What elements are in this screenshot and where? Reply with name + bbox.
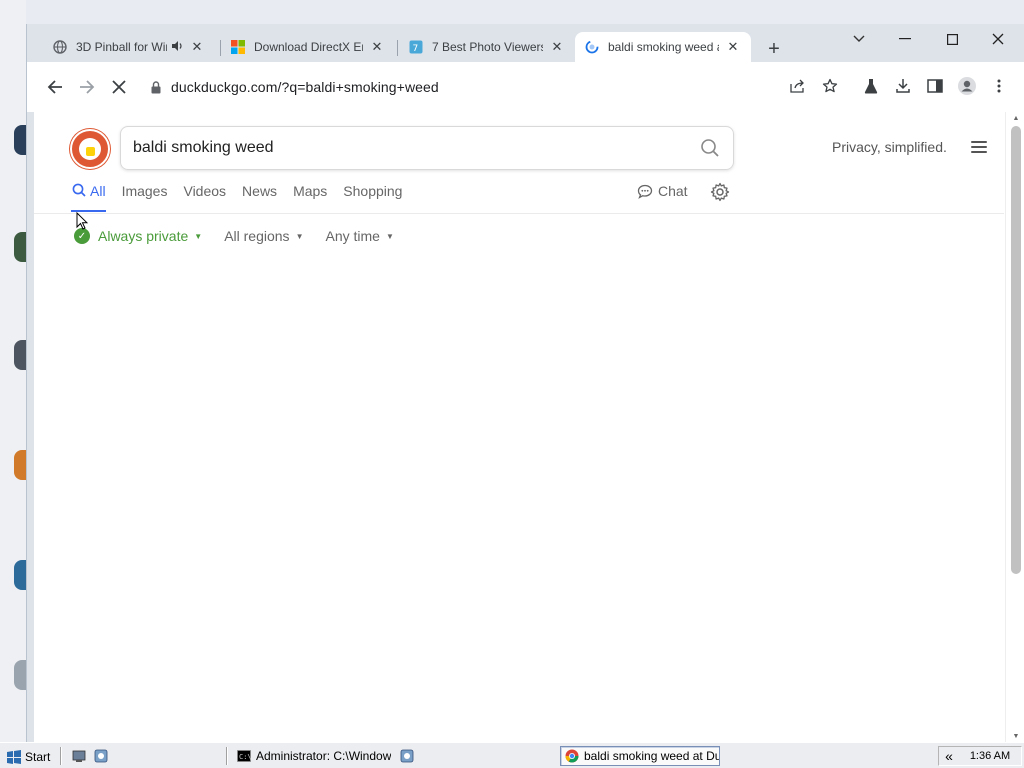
svg-text:C:\: C:\ [239,753,251,761]
browser-toolbar: duckduckgo.com/?q=baldi+smoking+weed [27,62,1024,112]
bookmark-star-icon[interactable] [819,75,841,97]
url-text: duckduckgo.com/?q=baldi+smoking+weed [171,79,439,95]
tab-photo-viewers[interactable]: 7 7 Best Photo Viewers ✕ [401,32,573,62]
filter-label: All regions [224,228,290,244]
tab-label: All [90,183,106,199]
minimize-button[interactable] [891,30,919,48]
tab-duckduckgo[interactable]: baldi smoking weed at DuckDuckGo ✕ [575,32,751,62]
filter-label: Always private [98,228,189,244]
svg-text:7: 7 [413,44,419,54]
tab-title: Download DirectX End-User Runtime [254,40,363,54]
privacy-check-icon: ✓ [74,228,90,244]
hamburger-menu-icon[interactable] [971,139,987,155]
chat-label: Chat [658,183,688,199]
microsoft-logo-icon [231,40,245,54]
show-desktop-icon[interactable] [72,749,86,763]
header-divider [34,213,1004,214]
filter-label: Any time [325,228,380,244]
search-box[interactable] [120,126,734,170]
tab-search-dropdown[interactable] [845,30,873,48]
tab-title: baldi smoking weed at DuckDuckGo [608,40,719,54]
taskbar: Start C:\ Administrator: C:\Windows\syst… [0,742,1024,768]
search-icon[interactable] [699,137,721,159]
scroll-up-icon[interactable]: ▲ [1006,112,1024,124]
share-icon[interactable] [787,75,809,97]
chrome-menu-icon[interactable] [988,75,1010,97]
tab-separator [220,40,221,56]
time-filter[interactable]: Any time ▼ [325,228,393,244]
settings-gear-icon[interactable] [710,182,730,202]
search-vertical-tabs: All Images Videos News Maps Shopping [71,179,418,213]
back-button[interactable] [43,75,67,99]
start-label: Start [25,750,51,764]
photo-viewer-icon: 7 [409,40,423,54]
tab-close-icon[interactable]: ✕ [549,39,565,55]
quick-launch-icon[interactable] [94,749,108,763]
chrome-icon [565,749,579,763]
search-filters: ✓ Always private ▼ All regions ▼ Any tim… [74,226,416,246]
tab-close-icon[interactable]: ✕ [189,39,205,55]
labs-flask-icon[interactable] [860,75,882,97]
tab-news[interactable]: News [242,179,277,213]
side-panel-icon[interactable] [924,75,946,97]
privacy-tagline[interactable]: Privacy, simplified. [832,139,947,155]
profile-avatar-icon[interactable] [956,75,978,97]
lock-icon[interactable] [141,80,171,94]
speaker-icon[interactable] [171,40,183,55]
forward-button[interactable] [75,75,99,99]
tab-videos[interactable]: Videos [183,179,226,213]
taskbar-separator [60,747,62,765]
cmd-icon: C:\ [237,749,252,763]
tab-separator [397,40,398,56]
tray-expand-icon[interactable]: « [939,748,959,764]
search-input[interactable] [133,139,699,157]
scrollbar-thumb[interactable] [1011,126,1021,574]
tab-images[interactable]: Images [122,179,168,213]
loading-icon [585,40,599,54]
search-icon [72,183,86,200]
chat-link[interactable]: Chat [637,183,688,199]
browser-window: 3D Pinball for Windows ✕ Download Direct… [26,24,1024,742]
vertical-scrollbar[interactable]: ▲ ▼ [1005,112,1024,742]
duckduckgo-logo[interactable] [70,129,110,169]
duck-icon [79,138,101,160]
mouse-cursor-icon [76,211,89,230]
taskbar-item-chrome[interactable]: baldi smoking weed at DuckDuckGo - Googl… [560,746,720,766]
safe-search-filter[interactable]: ✓ Always private ▼ [74,228,202,244]
system-tray: « 1:36 AM [938,746,1022,766]
download-icon[interactable] [892,75,914,97]
close-window-button[interactable] [984,30,1012,48]
taskbar-separator [226,747,228,765]
caret-down-icon: ▼ [295,231,304,241]
tray-app-icon[interactable] [400,749,414,763]
clock[interactable]: 1:36 AM [959,750,1021,762]
address-bar[interactable]: duckduckgo.com/?q=baldi+smoking+weed [141,70,853,104]
stop-loading-button[interactable] [107,75,131,99]
desktop-edge [0,0,28,742]
caret-down-icon: ▼ [385,231,394,241]
start-button[interactable]: Start [6,747,50,767]
tab-strip: 3D Pinball for Windows ✕ Download Direct… [27,24,1024,62]
tab-title: 3D Pinball for Windows [76,40,167,54]
scroll-down-icon[interactable]: ▼ [1006,730,1024,742]
globe-icon [53,40,67,54]
tab-pinball[interactable]: 3D Pinball for Windows ✕ [45,32,213,62]
taskbar-item-label: baldi smoking weed at DuckDuckGo - Googl… [584,749,720,763]
tab-all[interactable]: All [71,179,106,213]
tab-close-icon[interactable]: ✕ [369,39,385,55]
windows-flag-icon [6,750,22,764]
tab-title: 7 Best Photo Viewers [432,40,543,54]
new-tab-button[interactable]: + [763,38,785,60]
taskbar-item-cmd[interactable]: C:\ Administrator: C:\Windows\system32\c… [233,746,391,766]
chat-bubble-icon [637,184,653,199]
caret-down-icon: ▼ [194,231,203,241]
region-filter[interactable]: All regions ▼ [224,228,303,244]
tab-maps[interactable]: Maps [293,179,327,213]
tab-directx[interactable]: Download DirectX End-User Runtime ✕ [223,32,393,62]
taskbar-item-label: Administrator: C:\Windows\system32\cmd.e… [256,749,391,763]
tab-close-icon[interactable]: ✕ [725,39,741,55]
maximize-button[interactable] [938,30,966,48]
tab-shopping[interactable]: Shopping [343,179,402,213]
duckduckgo-page: Privacy, simplified. All Images Videos N… [34,112,1005,742]
